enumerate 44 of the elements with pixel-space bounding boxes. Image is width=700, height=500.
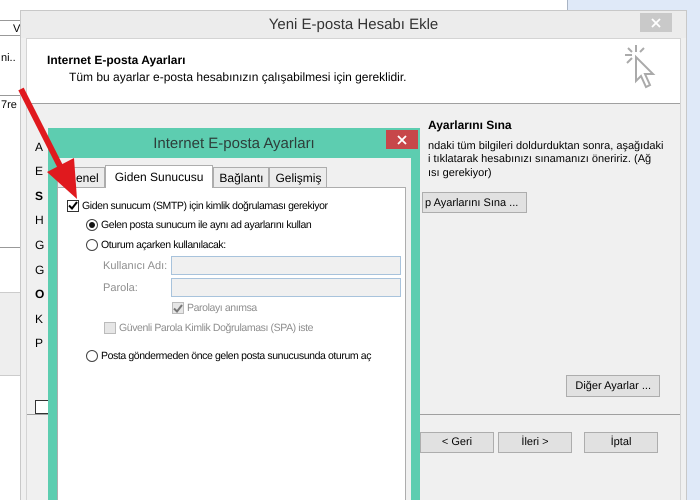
dialog-title: Internet E-posta Ayarları [153, 134, 315, 152]
test-settings-button[interactable]: p Ayarlarını Sına ... [422, 192, 528, 214]
checkbox-label: Güvenli Parola Kimlik Doğrulaması (SPA) iste [119, 322, 314, 334]
field-label: Kullanıcı Adı: [103, 260, 168, 272]
radio-button[interactable] [86, 350, 98, 362]
checkbox[interactable] [67, 200, 79, 212]
close-icon [397, 134, 407, 144]
checkbox-label: Giden sunucum (SMTP) için kimlik doğrulaması gerekiyor [82, 200, 328, 212]
radio-button[interactable] [86, 238, 98, 251]
field-label: S [35, 188, 44, 205]
field-label: A [35, 140, 44, 156]
field-label: H [35, 213, 45, 230]
window-text: 7re [1, 99, 17, 111]
tab[interactable]: Bağlantı [213, 167, 270, 187]
close-icon [651, 18, 661, 28]
window-text: ni.. [1, 52, 16, 64]
radio-button[interactable] [86, 219, 98, 232]
nav-button[interactable]: İptal [584, 432, 658, 452]
field-label: G [35, 238, 46, 254]
checkbox[interactable] [35, 400, 49, 414]
nav-button[interactable]: < Geri [420, 432, 494, 452]
close-button[interactable] [386, 130, 418, 149]
field-label: Parola: [103, 282, 139, 294]
section-subtitle: Tüm bu ayarlar e-posta hesabınızın çalışabilmesi için gereklidir. [69, 70, 406, 84]
checkbox-label: Parolayı anımsa [187, 302, 257, 314]
section-title: Internet E-posta Ayarları [47, 52, 186, 67]
field-label: P [35, 336, 44, 352]
window-title: Yeni E-posta Hesabı Ekle [268, 16, 438, 33]
description-text: ndaki tüm bilgileri doldurduktan sonra, aşağıdaki [428, 140, 664, 154]
cursor-icon [622, 42, 658, 91]
field-label: G [35, 262, 46, 279]
description-text: i tıklatarak hesabınızı sınamanızı öneririz. (Ağ [428, 153, 652, 167]
option-label: Posta göndermeden önce gelen posta sunucusunda oturum aç [101, 350, 372, 362]
tab[interactable]: Giden Sunucusu [104, 165, 214, 188]
option-label: Gelen posta sunucum ile aynı ad ayarlarını kullan [101, 219, 312, 232]
more-settings-button[interactable]: Diğer Ayarlar ... [566, 375, 660, 397]
field-label: O [35, 287, 46, 304]
section-heading: Ayarlarını Sına [428, 118, 513, 132]
nav-button[interactable]: İleri > [498, 432, 572, 452]
tab[interactable]: Gelişmiş [269, 167, 328, 187]
field-label: K [35, 312, 44, 328]
field-label: E [35, 164, 44, 180]
option-label: Oturum açarken kullanılacak: [101, 238, 226, 251]
description-text: ısı gerekiyor) [428, 166, 493, 180]
